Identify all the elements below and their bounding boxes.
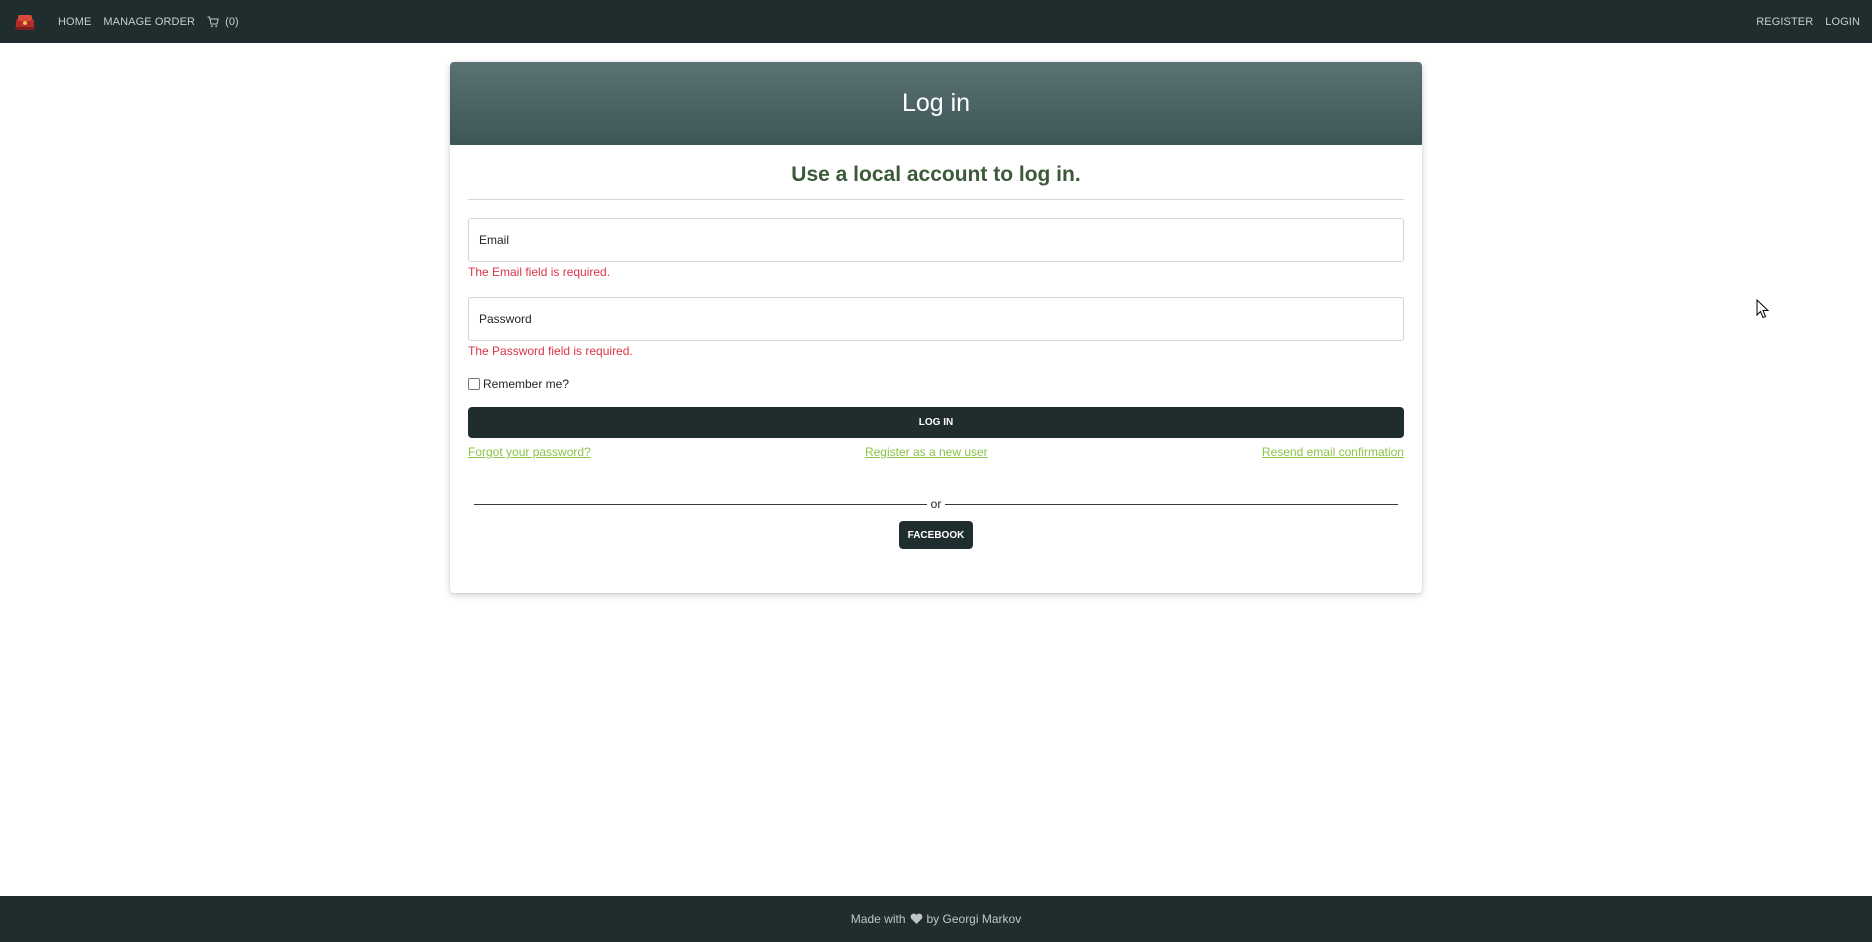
cart-count: (0) bbox=[225, 15, 239, 28]
nav-register-link[interactable]: REGISTER bbox=[1756, 16, 1813, 28]
password-placeholder: Password bbox=[479, 312, 532, 326]
external-login: FACEBOOK bbox=[468, 521, 1404, 549]
account-links: Forgot your password? Register as a new … bbox=[468, 445, 1404, 459]
email-placeholder: Email bbox=[479, 233, 510, 247]
email-error: The Email field is required. bbox=[468, 265, 611, 279]
login-button[interactable]: LOG IN bbox=[468, 407, 1404, 438]
password-error: The Password field is required. bbox=[468, 344, 633, 358]
or-label: or bbox=[930, 497, 942, 511]
resend-confirmation-link[interactable]: Resend email confirmation bbox=[1262, 445, 1404, 459]
or-divider: or bbox=[474, 497, 1399, 511]
nav-login-link[interactable]: LOGIN bbox=[1825, 16, 1860, 28]
divider-line-left bbox=[474, 503, 927, 505]
nav-right: REGISTER LOGIN bbox=[1744, 16, 1860, 28]
login-subtitle: Use a local account to log in. bbox=[468, 145, 1404, 200]
cart-icon bbox=[207, 16, 219, 27]
nav-manage-order-link[interactable]: MANAGE ORDER bbox=[103, 16, 195, 28]
nav-left: HOME MANAGE ORDER (0) bbox=[12, 9, 251, 35]
heart-icon bbox=[910, 913, 922, 924]
footer: Made with by Georgi Markov bbox=[0, 896, 1872, 942]
facebook-login-button[interactable]: FACEBOOK bbox=[898, 521, 974, 549]
register-new-user-link[interactable]: Register as a new user bbox=[865, 445, 988, 459]
nav-home-link[interactable]: HOME bbox=[58, 16, 91, 28]
card-header: Log in bbox=[450, 62, 1422, 145]
nav-cart-link[interactable]: (0) bbox=[207, 16, 239, 28]
email-field[interactable]: Email bbox=[468, 218, 1404, 262]
page-title: Log in bbox=[901, 89, 971, 117]
remember-me-checkbox[interactable] bbox=[468, 378, 480, 390]
card-body: Use a local account to log in. Email The… bbox=[450, 145, 1422, 549]
footer-made-with: Made with bbox=[850, 912, 906, 926]
footer-author: by Georgi Markov bbox=[926, 912, 1022, 926]
top-navbar: HOME MANAGE ORDER (0) REGISTER LOGIN bbox=[0, 0, 1872, 43]
restaurant-logo-icon[interactable] bbox=[12, 9, 38, 35]
forgot-password-link[interactable]: Forgot your password? bbox=[468, 445, 591, 459]
divider-line-right bbox=[945, 503, 1399, 505]
password-field[interactable]: Password bbox=[468, 297, 1404, 341]
remember-me[interactable]: Remember me? bbox=[468, 377, 1404, 391]
login-card: Log in Use a local account to log in. Em… bbox=[450, 62, 1422, 593]
remember-me-label: Remember me? bbox=[483, 377, 570, 391]
mouse-cursor-icon bbox=[1756, 299, 1770, 319]
